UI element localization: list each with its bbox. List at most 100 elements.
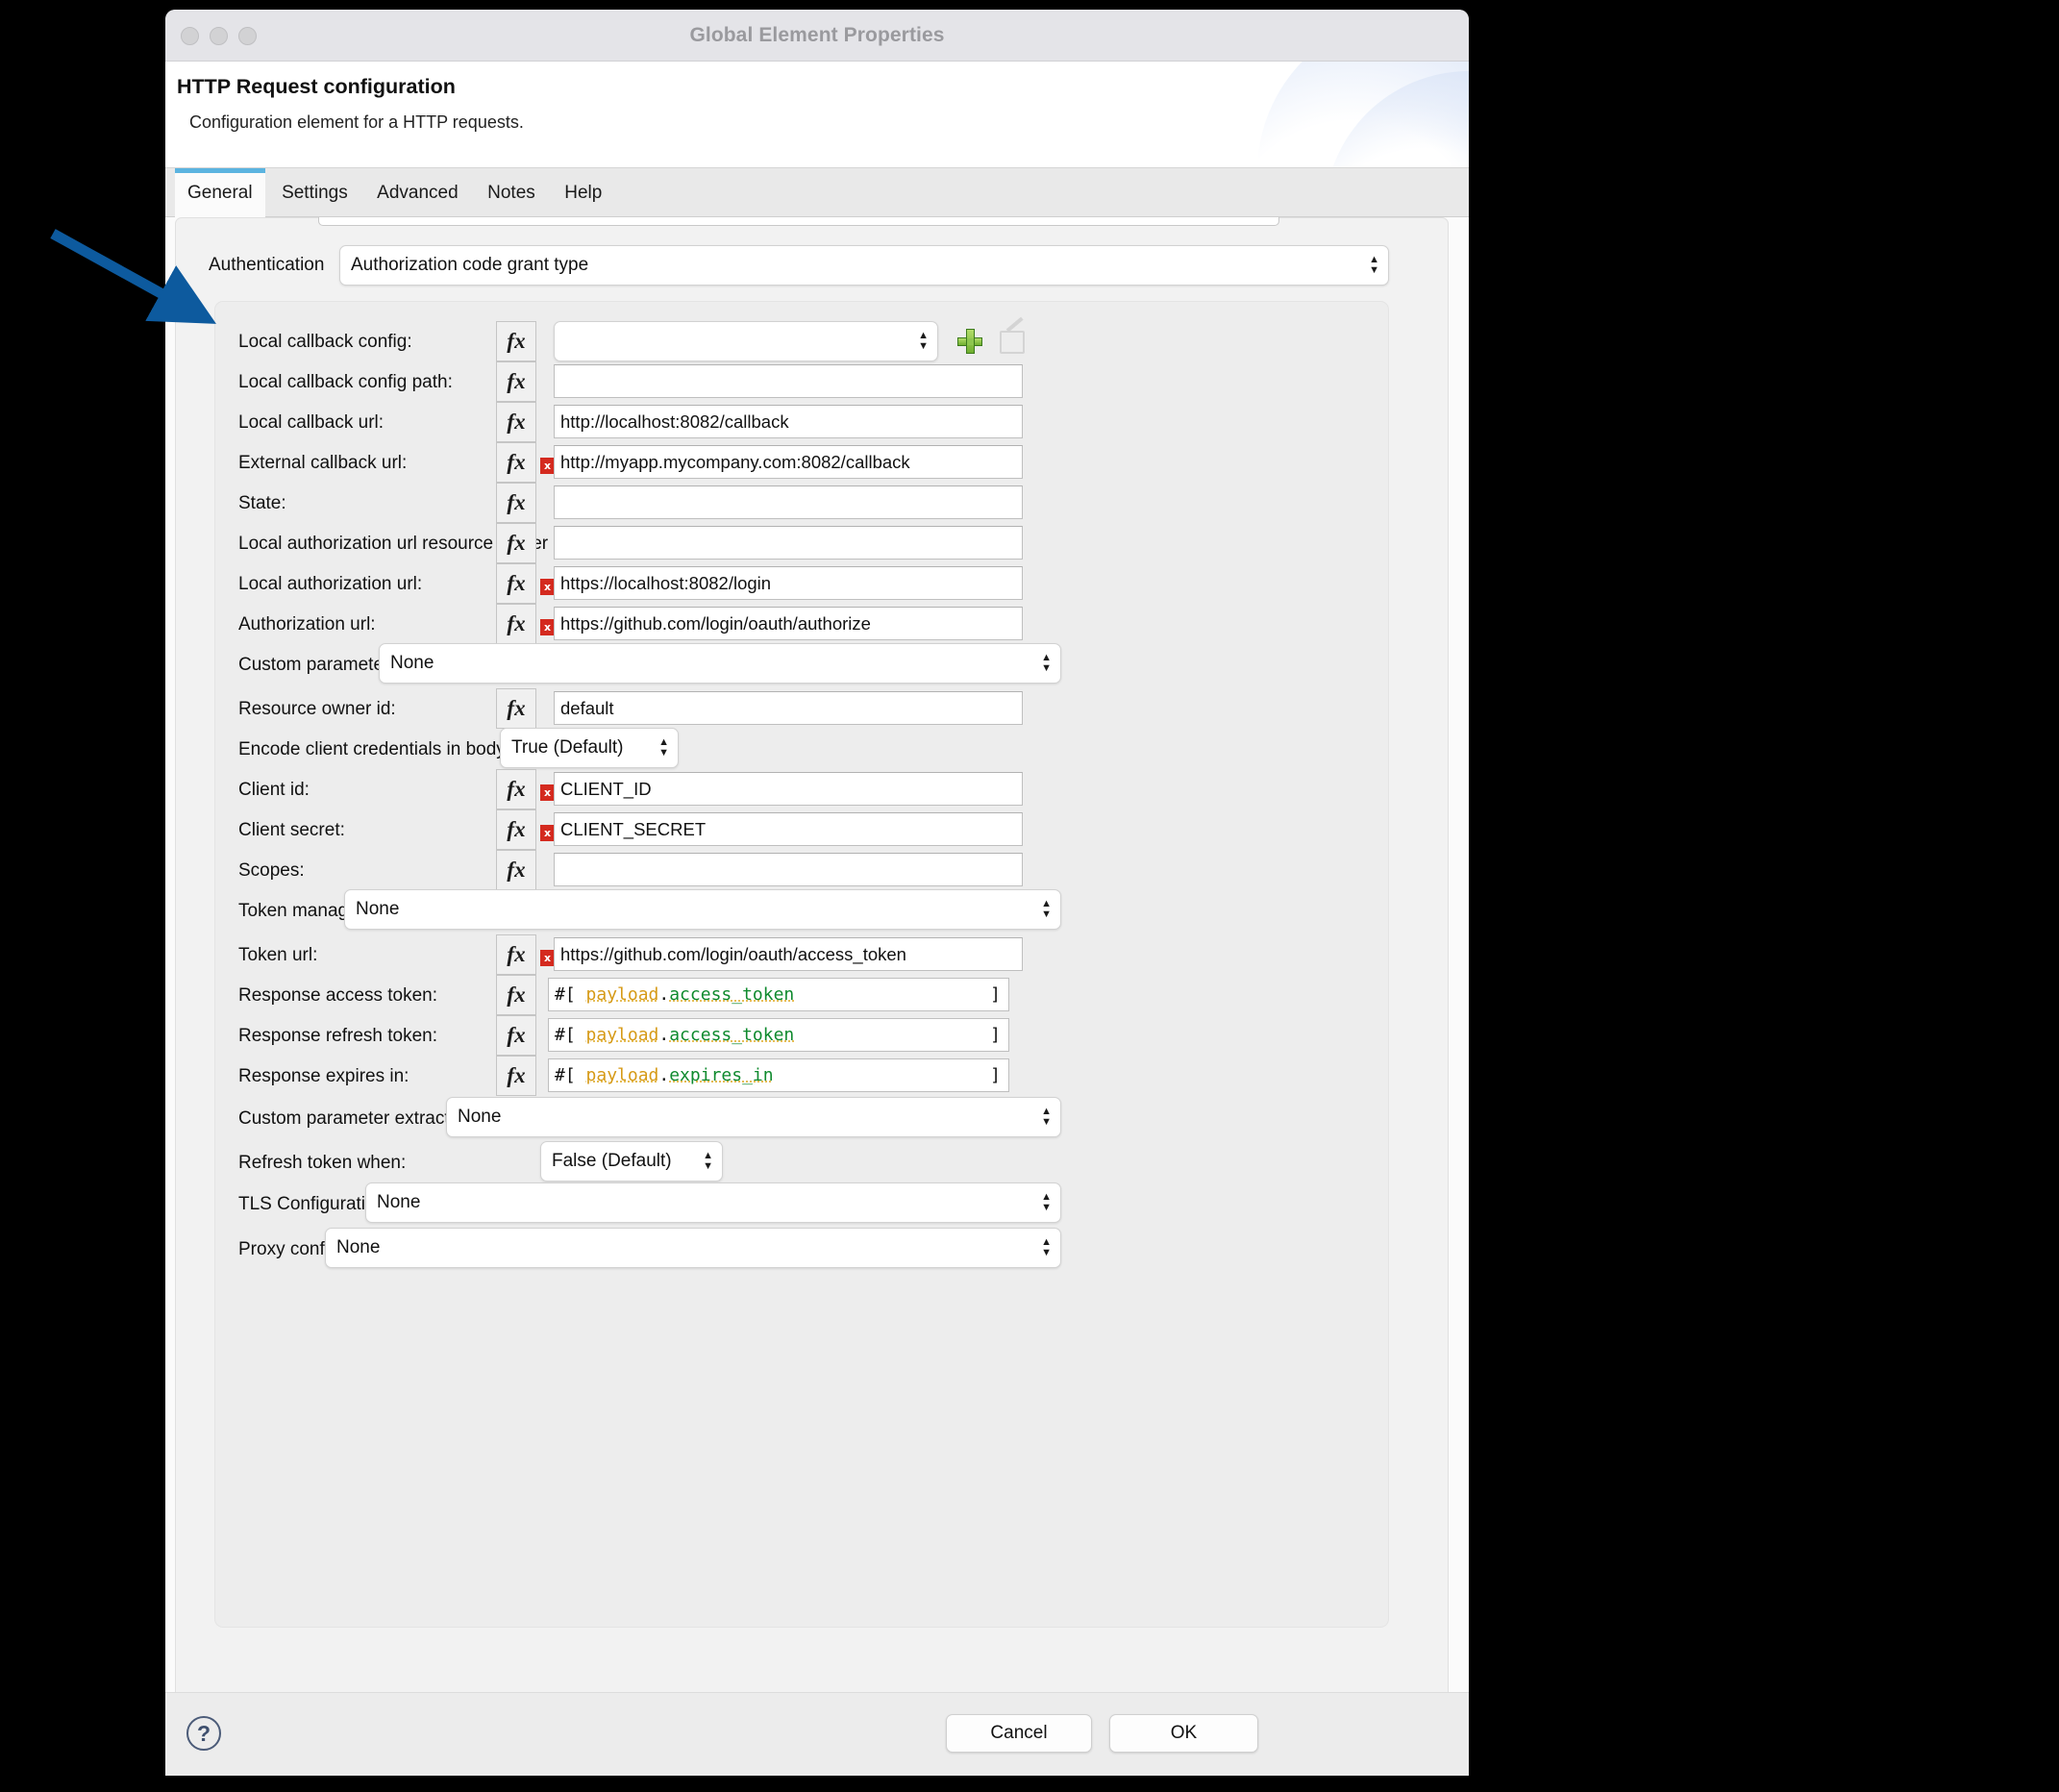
local-authorization-url-label: Local authorization url: — [238, 573, 422, 596]
local-authorization-url-error-icon: x — [540, 579, 555, 595]
response-refresh-token-label: Response refresh token: — [238, 1025, 437, 1048]
tls-configuration-label: TLS Configuration — [238, 1193, 385, 1216]
external-callback-url-fx-button[interactable]: fx — [496, 442, 536, 483]
window-title: Global Element Properties — [165, 24, 1469, 47]
help-icon[interactable]: ? — [186, 1716, 221, 1751]
dialog-banner: HTTP Request configuration Configuration… — [165, 62, 1469, 167]
local-authorization-url-input[interactable]: https://localhost:8082/login — [554, 566, 1023, 600]
refresh-token-when-value: False (Default) — [552, 1151, 672, 1171]
authentication-value: Authorization code grant type — [351, 255, 588, 275]
response-access-token-expression-input[interactable]: ]#[ payload.access_token — [548, 978, 1009, 1011]
encode-client-credentials-value: True (Default) — [511, 737, 624, 758]
row-custom-parameters: Custom parameters None ▲▼ — [215, 642, 1388, 686]
page-subtitle: Configuration element for a HTTP request… — [189, 112, 524, 133]
authentication-select[interactable]: Authorization code grant type ▲▼ — [339, 245, 1389, 286]
client-secret-fx-button[interactable]: fx — [496, 809, 536, 850]
custom-parameter-extractors-value: None — [458, 1107, 501, 1127]
local-callback-config-select[interactable]: ▲▼ — [554, 321, 938, 361]
client-id-input[interactable]: CLIENT_ID — [554, 772, 1023, 806]
client-id-fx-button[interactable]: fx — [496, 769, 536, 809]
chevron-updown-icon: ▲▼ — [1041, 644, 1052, 683]
state-input[interactable] — [554, 485, 1023, 519]
client-secret-input[interactable]: CLIENT_SECRET — [554, 812, 1023, 846]
chevron-updown-icon: ▲▼ — [703, 1142, 713, 1181]
expr-dot: . — [658, 984, 669, 1005]
scopes-input[interactable] — [554, 853, 1023, 886]
response-expires-in-fx-button[interactable]: fx — [496, 1056, 536, 1096]
oauth-fields-group: Local callback config: fx ▲▼ Local callb… — [214, 301, 1389, 1628]
local-callback-url-input[interactable]: http://localhost:8082/callback — [554, 405, 1023, 438]
resource-owner-id-label: Resource owner id: — [238, 698, 396, 721]
local-authorization-url-fx-button[interactable]: fx — [496, 563, 536, 604]
token-manager-select[interactable]: None ▲▼ — [344, 889, 1061, 930]
clipped-field-above — [318, 217, 1279, 226]
proxy-config-select[interactable]: None ▲▼ — [325, 1228, 1061, 1268]
title-bar: Global Element Properties — [165, 10, 1469, 62]
local-callback-config-fx-button[interactable]: fx — [496, 321, 536, 361]
chevron-updown-icon: ▲▼ — [1041, 1098, 1052, 1136]
expr-property: access_token — [669, 984, 794, 1005]
tls-configuration-select[interactable]: None ▲▼ — [365, 1182, 1061, 1223]
token-url-error-icon: x — [540, 950, 555, 966]
row-token-url: Token url: fx x https://github.com/login… — [215, 933, 1388, 977]
response-expires-in-expression-input[interactable]: ]#[ payload.expires_in — [548, 1058, 1009, 1092]
state-fx-button[interactable]: fx — [496, 483, 536, 523]
expr-close-bracket: ] — [990, 979, 1001, 1010]
chevron-updown-icon: ▲▼ — [918, 322, 929, 361]
expr-keyword: payload — [586, 1025, 659, 1045]
response-access-token-fx-button[interactable]: fx — [496, 975, 536, 1015]
row-local-callback-url: Local callback url: fx http://localhost:… — [215, 400, 1388, 444]
cancel-button[interactable]: Cancel — [946, 1714, 1092, 1753]
external-callback-url-label: External callback url: — [238, 452, 407, 475]
chevron-updown-icon: ▲▼ — [1041, 1183, 1052, 1222]
expr-close-bracket: ] — [990, 1059, 1001, 1091]
tab-general[interactable]: General — [175, 168, 265, 218]
refresh-token-when-label: Refresh token when: — [238, 1152, 406, 1175]
authorization-url-label: Authorization url: — [238, 613, 376, 636]
chevron-updown-icon: ▲▼ — [1369, 246, 1379, 285]
tab-advanced[interactable]: Advanced — [364, 168, 471, 218]
resource-owner-id-input[interactable]: default — [554, 691, 1023, 725]
properties-dialog-window: Global Element Properties HTTP Request c… — [165, 10, 1469, 1776]
state-label: State: — [238, 492, 286, 515]
local-auth-url-resource-owner-id-input[interactable] — [554, 526, 1023, 560]
response-refresh-token-expression-input[interactable]: ]#[ payload.access_token — [548, 1018, 1009, 1052]
row-response-refresh-token: Response refresh token: fx ]#[ payload.a… — [215, 1013, 1388, 1058]
token-url-input[interactable]: https://github.com/login/oauth/access_to… — [554, 937, 1023, 971]
local-callback-config-path-input[interactable] — [554, 364, 1023, 398]
scopes-fx-button[interactable]: fx — [496, 850, 536, 890]
tab-settings[interactable]: Settings — [269, 168, 360, 218]
token-url-fx-button[interactable]: fx — [496, 934, 536, 975]
authorization-url-error-icon: x — [540, 619, 555, 635]
tab-help[interactable]: Help — [552, 168, 614, 218]
expr-close-bracket: ] — [990, 1019, 1001, 1051]
resource-owner-id-fx-button[interactable]: fx — [496, 688, 536, 729]
row-local-callback-config: Local callback config: fx ▲▼ — [215, 319, 1388, 363]
local-callback-config-path-fx-button[interactable]: fx — [496, 361, 536, 402]
custom-parameter-extractors-select[interactable]: None ▲▼ — [446, 1097, 1061, 1137]
local-auth-url-resource-owner-id-fx-button[interactable]: fx — [496, 523, 536, 563]
ok-button[interactable]: OK — [1109, 1714, 1258, 1753]
external-callback-url-input[interactable]: http://myapp.mycompany.com:8082/callback — [554, 445, 1023, 479]
local-callback-url-label: Local callback url: — [238, 411, 384, 435]
authorization-url-fx-button[interactable]: fx — [496, 604, 536, 644]
expr-open-bracket: #[ — [555, 1065, 586, 1085]
response-refresh-token-fx-button[interactable]: fx — [496, 1015, 536, 1056]
client-id-error-icon: x — [540, 784, 555, 801]
client-secret-error-icon: x — [540, 825, 555, 841]
encode-client-credentials-label: Encode client credentials in body: — [238, 738, 510, 761]
refresh-token-when-select[interactable]: False (Default) ▲▼ — [540, 1141, 723, 1182]
custom-parameters-select[interactable]: None ▲▼ — [379, 643, 1061, 684]
external-callback-url-error-icon: x — [540, 458, 555, 474]
row-local-auth-url-resource-owner-id: Local authorization url resource owner i… — [215, 521, 1388, 565]
tab-notes[interactable]: Notes — [475, 168, 548, 218]
row-proxy-config: Proxy config None ▲▼ — [215, 1227, 1388, 1271]
local-callback-url-fx-button[interactable]: fx — [496, 402, 536, 442]
expr-open-bracket: #[ — [555, 984, 586, 1005]
row-external-callback-url: External callback url: fx x http://myapp… — [215, 440, 1388, 485]
encode-client-credentials-select[interactable]: True (Default) ▲▼ — [500, 728, 679, 768]
authentication-row: Authentication Authorization code grant … — [176, 245, 1448, 287]
authorization-url-input[interactable]: https://github.com/login/oauth/authorize — [554, 607, 1023, 640]
expr-dot: . — [658, 1065, 669, 1085]
add-callback-config-button[interactable] — [957, 329, 982, 354]
